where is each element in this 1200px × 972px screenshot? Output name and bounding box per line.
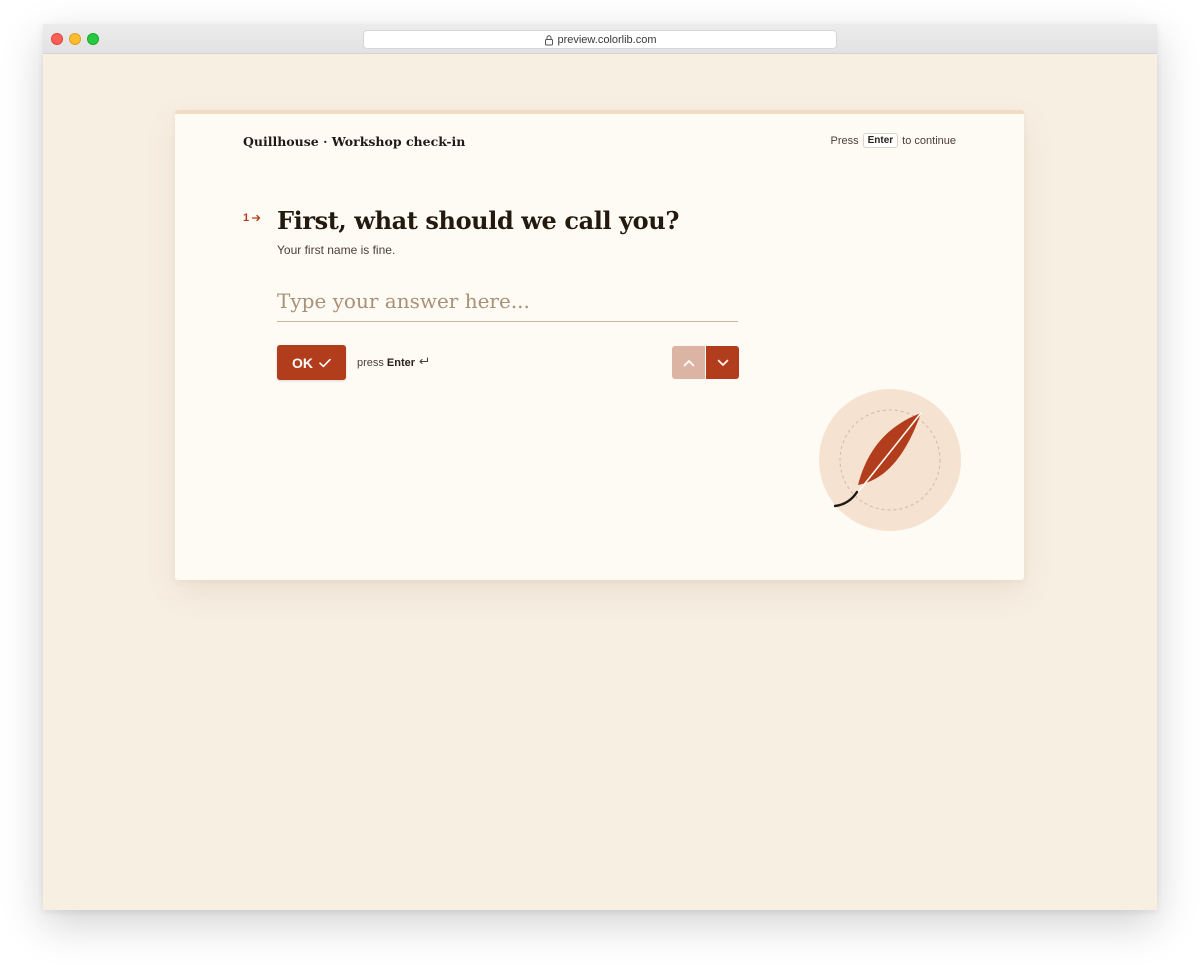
chevron-down-icon: [717, 355, 729, 370]
question-title: First, what should we call you?: [277, 206, 679, 235]
url-text: preview.colorlib.com: [557, 33, 657, 46]
question-number-text: 1: [243, 212, 250, 224]
minimize-window-button[interactable]: [69, 33, 81, 45]
check-icon: [319, 355, 331, 371]
previous-question-button[interactable]: [672, 346, 705, 379]
address-bar[interactable]: preview.colorlib.com: [363, 30, 837, 49]
chevron-up-icon: [683, 355, 695, 370]
press-key: Enter: [386, 357, 416, 369]
browser-titlebar: preview.colorlib.com: [43, 24, 1157, 54]
hint-suffix: to continue: [902, 134, 956, 147]
quill-feather-icon: [818, 388, 962, 532]
continue-hint: Press Enter to continue: [830, 133, 956, 148]
form-card: Quillhouse · Workshop check-in Press Ent…: [175, 110, 1024, 580]
ok-button-label: OK: [292, 354, 313, 371]
arrow-right-icon: [252, 212, 261, 224]
zoom-window-button[interactable]: [87, 33, 99, 45]
question-number: 1: [243, 212, 261, 224]
return-icon: [418, 357, 429, 369]
question-navigation: [672, 346, 739, 379]
enter-key-badge: Enter: [862, 133, 899, 148]
answer-input[interactable]: [277, 280, 738, 322]
browser-window: preview.colorlib.com Quillhouse · Worksh…: [43, 24, 1157, 910]
ok-button[interactable]: OK: [277, 345, 346, 380]
brand-title: Quillhouse · Workshop check-in: [243, 134, 466, 149]
question-subtitle: Your first name is fine.: [277, 243, 396, 257]
press-prefix: press: [357, 357, 384, 369]
close-window-button[interactable]: [51, 33, 63, 45]
next-question-button[interactable]: [706, 346, 739, 379]
lock-icon: [543, 34, 555, 46]
press-enter-hint: press Enter: [357, 357, 429, 369]
hint-prefix: Press: [830, 134, 859, 147]
